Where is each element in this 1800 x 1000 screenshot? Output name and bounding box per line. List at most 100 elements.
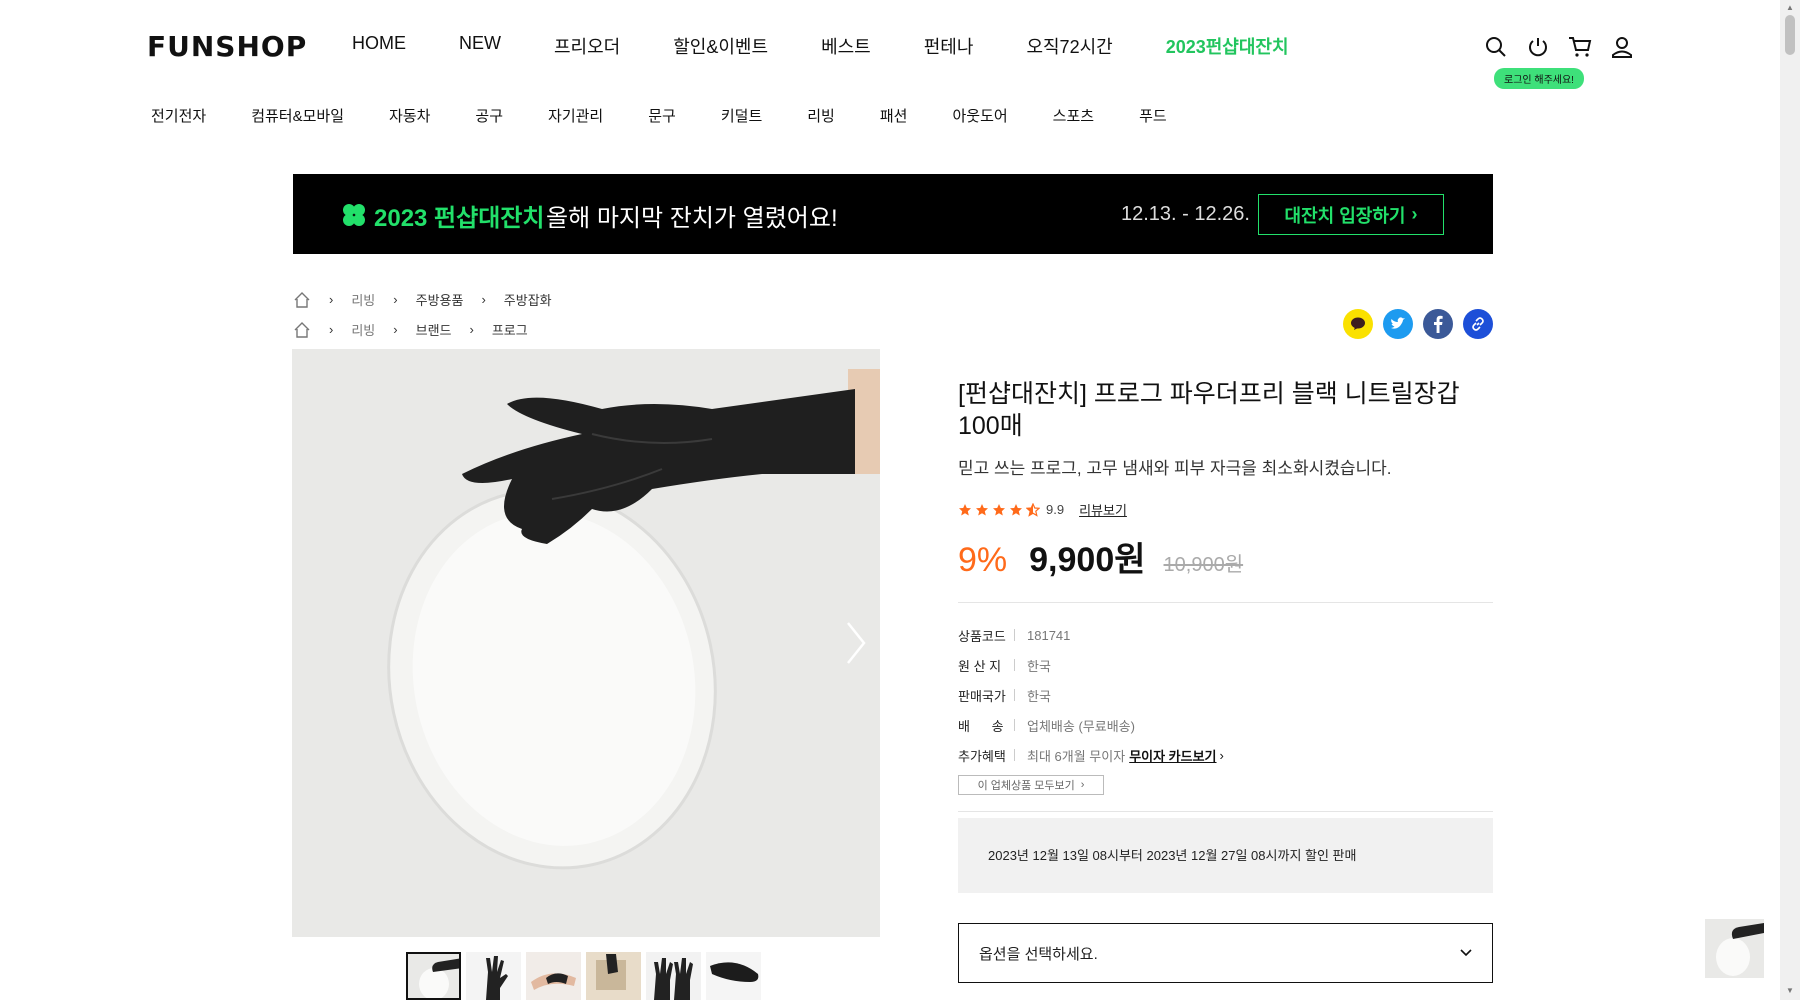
scroll-up-icon[interactable]: ▲ [1786,3,1794,12]
category-electronics[interactable]: 전기전자 [151,105,206,126]
category-sports[interactable]: 스포츠 [1053,105,1094,126]
rating-stars [958,502,1040,517]
banner-title: 2023 펀샵대잔치 [374,205,545,232]
search-icon[interactable] [1483,34,1509,60]
breadcrumb-item[interactable]: 리빙 [351,320,375,339]
option-select[interactable]: 옵션을 선택하세요. [958,923,1493,983]
recent-viewed-item[interactable] [1705,919,1764,978]
user-icon[interactable] [1609,34,1635,60]
category-fashion[interactable]: 패션 [880,105,908,126]
facebook-share-icon[interactable] [1423,309,1453,339]
nav-sale-event[interactable]: 할인&이벤트 [673,33,768,59]
spec-key: 상품코드 [958,628,1006,644]
thumbnail[interactable] [466,952,521,1000]
breadcrumb-item[interactable]: 프로그 [492,320,528,339]
nav-preorder[interactable]: 프리오더 [554,33,620,59]
banner-date: 12.13. - 12.26. [1121,203,1250,225]
category-car[interactable]: 자동차 [389,105,430,126]
option-select-placeholder: 옵션을 선택하세요. [979,945,1098,963]
scroll-down-icon[interactable]: ▼ [1786,986,1794,995]
spec-value: 최대 6개월 무이자 [1027,748,1126,764]
spec-value: 181741 [1027,627,1071,643]
site-logo[interactable]: FUNSHOP [147,30,307,63]
power-icon[interactable] [1525,34,1551,60]
spec-row: 배 송 업체배송 (무료배송) [958,710,1224,740]
product-main-image[interactable] [292,349,880,937]
thumbnail[interactable] [526,952,581,1000]
home-icon[interactable] [293,321,311,339]
review-link[interactable]: 리뷰보기 [1079,500,1127,519]
chevron-right-icon[interactable] [844,619,868,667]
banner-subtitle: 올해 마지막 잔치가 열렸어요! [546,205,838,232]
utility-icons [1483,34,1635,60]
spec-row: 판매국가 한국 [958,680,1224,710]
category-tools[interactable]: 공구 [475,105,503,126]
spec-value: 한국 [1027,658,1051,674]
nav-new[interactable]: NEW [459,33,501,59]
category-kidult[interactable]: 키덜트 [721,105,762,126]
spec-row: 원 산 지 한국 [958,650,1224,680]
thumbnail[interactable] [706,952,761,1000]
thumbnail[interactable] [406,952,461,1000]
star-icon [993,503,1005,515]
sale-price: 9,900원 [1029,541,1146,579]
category-living[interactable]: 리빙 [807,105,835,126]
product-description: 믿고 쓰는 프로그, 고무 냄새와 피부 자극을 최소화시켰습니다. [958,459,1392,478]
spec-row: 추가혜택 최대 6개월 무이자 무이자 카드보기 › [958,740,1224,770]
original-price: 10,900원 [1163,554,1244,576]
chevron-right-icon: › [393,322,398,337]
breadcrumb-item[interactable]: 리빙 [351,290,375,309]
thumbnail-strip [406,952,761,1000]
divider [958,602,1493,603]
login-prompt-badge[interactable]: 로그인 해주세요! [1494,68,1584,89]
category-self-care[interactable]: 자기관리 [548,105,603,126]
category-computer-mobile[interactable]: 컴퓨터&모바일 [251,105,344,126]
home-icon[interactable] [293,291,311,309]
banner-enter-label: 대잔치 입장하기 [1284,205,1406,226]
category-food[interactable]: 푸드 [1139,105,1167,126]
kakao-share-icon[interactable] [1343,309,1373,339]
interest-free-card-link[interactable]: 무이자 카드보기 [1129,746,1216,765]
twitter-share-icon[interactable] [1383,309,1413,339]
breadcrumb-item[interactable]: 브랜드 [416,320,452,339]
vendor-products-button[interactable]: 이 업체상품 모두보기 › [958,775,1104,795]
category-stationery[interactable]: 문구 [648,105,676,126]
breadcrumb-item[interactable]: 주방용품 [416,290,464,309]
event-banner[interactable]: 2023 펀샵대잔치 올해 마지막 잔치가 열렸어요! 12.13. - 12.… [293,174,1493,254]
spec-value: 업체배송 (무료배송) [1027,718,1135,734]
nav-funtena[interactable]: 펀테나 [924,33,974,59]
star-icon [976,503,988,515]
page-scrollbar[interactable]: ▲ ▼ [1780,0,1800,1000]
spec-key: 추가혜택 [958,748,1006,764]
chevron-down-icon [1460,949,1472,957]
product-title: [펀샵대잔치] 프로그 파우더프리 블랙 니트릴장갑 100매 [958,380,1460,440]
spec-key: 판매국가 [958,688,1006,704]
chevron-right-icon: › [481,292,486,307]
thumbnail[interactable] [646,952,701,1000]
price-block: 9% 9,900원 10,900원 [958,532,1243,581]
chevron-right-icon: › [1219,747,1224,763]
share-buttons [1343,309,1493,339]
cart-icon[interactable] [1567,34,1593,60]
category-nav: 전기전자 컴퓨터&모바일 자동차 공구 자기관리 문구 키덜트 리빙 패션 아웃… [151,105,1212,126]
star-icon [1010,503,1022,515]
sale-period-notice: 2023년 12월 13일 08시부터 2023년 12월 27일 08시까지 … [958,818,1493,893]
nav-2023-festival[interactable]: 2023펀샵대잔치 [1166,33,1289,59]
chevron-right-icon: › [329,322,334,337]
scrollbar-thumb[interactable] [1785,15,1795,55]
breadcrumb-item[interactable]: 주방잡화 [504,290,552,309]
nav-only-72h[interactable]: 오직72시간 [1026,33,1112,59]
nav-best[interactable]: 베스트 [821,33,871,59]
discount-rate: 9% [958,541,1008,579]
thumbnail[interactable] [586,952,641,1000]
vendor-products-label: 이 업체상품 모두보기 [977,780,1075,792]
banner-enter-button[interactable]: 대잔치 입장하기 › [1258,194,1444,235]
category-outdoor[interactable]: 아웃도어 [952,105,1007,126]
half-star-icon [1026,502,1040,517]
nav-home[interactable]: HOME [352,33,406,59]
chevron-right-icon: › [1080,779,1085,791]
link-copy-icon[interactable] [1463,309,1493,339]
divider [958,811,1493,812]
product-specs: 상품코드 181741 원 산 지 한국 판매국가 한국 배 송 업체배송 (무… [958,620,1224,770]
spec-key: 원 산 지 [958,658,1002,674]
